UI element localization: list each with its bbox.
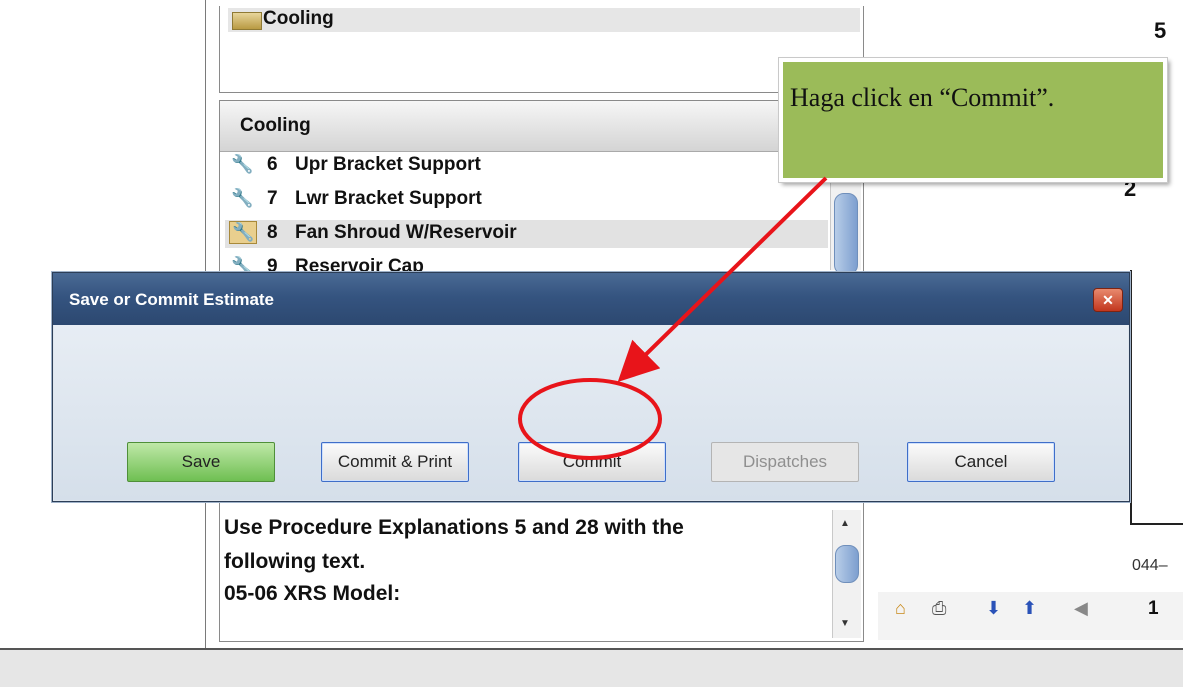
wrench-icon: 🔧 xyxy=(231,188,254,208)
print-icon[interactable]: ⎙ xyxy=(932,598,946,619)
list-item[interactable]: 🔧 9 Reservoir Cap xyxy=(225,254,828,272)
diagram-frame-line xyxy=(1130,270,1132,525)
dialog-title: Save or Commit Estimate xyxy=(69,290,275,309)
close-button[interactable]: ✕ xyxy=(1093,288,1123,312)
list-item-selected[interactable]: 🔧 8 Fan Shroud W/Reservoir xyxy=(225,220,828,248)
save-button[interactable]: Save xyxy=(127,442,275,482)
notes-line: 05-06 XRS Model: xyxy=(224,582,401,605)
save-commit-dialog: Save or Commit Estimate ✕ Save Commit & … xyxy=(52,272,1130,502)
scrollbar-thumb[interactable] xyxy=(834,193,858,275)
cancel-button[interactable]: Cancel xyxy=(907,442,1055,482)
scroll-down-icon[interactable]: ▼ xyxy=(840,618,850,629)
tree-item-label[interactable]: Cooling xyxy=(263,8,334,30)
part-name: Upr Bracket Support xyxy=(295,154,481,175)
part-number: 7 xyxy=(267,188,278,209)
part-number: 6 xyxy=(267,154,278,175)
arrow-up-icon[interactable]: ⬆ xyxy=(1022,598,1037,619)
wrench-icon: 🔧 xyxy=(231,256,254,272)
diagram-frame-line xyxy=(1130,523,1183,525)
status-bar xyxy=(0,648,1183,687)
dispatches-button: Dispatches xyxy=(711,442,859,482)
instruction-callout-text: Haga click en “Commit”. xyxy=(790,83,1055,112)
parts-list-header xyxy=(220,101,830,152)
commit-print-button[interactable]: Commit & Print xyxy=(321,442,469,482)
page-number: 1 xyxy=(1148,598,1159,619)
wrench-icon: 🔧 xyxy=(231,154,254,174)
instruction-callout xyxy=(779,58,1167,182)
dialog-body: Save Commit & Print Commit Dispatches Ca… xyxy=(54,325,1128,500)
part-name: Lwr Bracket Support xyxy=(295,188,482,209)
home-icon[interactable]: ⌂ xyxy=(895,598,906,619)
part-number: 8 xyxy=(267,222,278,243)
scroll-up-icon[interactable]: ▲ xyxy=(840,518,850,529)
parts-list-title: Cooling xyxy=(240,115,311,136)
arrow-down-icon[interactable]: ⬇ xyxy=(986,598,1001,619)
scrollbar-thumb[interactable] xyxy=(835,545,859,583)
dialog-titlebar[interactable]: Save or Commit Estimate ✕ xyxy=(53,273,1129,325)
commit-button[interactable]: Commit xyxy=(518,442,666,482)
list-item[interactable]: 🔧 7 Lwr Bracket Support xyxy=(225,186,828,214)
prev-page-icon[interactable]: ◀ xyxy=(1074,598,1088,619)
wrench-icon: 🔧 xyxy=(229,221,258,244)
diagram-code: 044– xyxy=(1132,557,1168,574)
folder-icon xyxy=(232,12,262,30)
part-name: Fan Shroud W/Reservoir xyxy=(295,222,517,243)
notes-line: Use Procedure Explanations 5 and 28 with… xyxy=(224,516,684,539)
diagram-callout-label: 5 xyxy=(1154,18,1167,43)
part-name: Reservoir Cap xyxy=(295,256,424,272)
notes-line: following text. xyxy=(224,550,366,573)
list-item[interactable]: 🔧 6 Upr Bracket Support xyxy=(225,152,828,180)
part-number: 9 xyxy=(267,256,278,272)
